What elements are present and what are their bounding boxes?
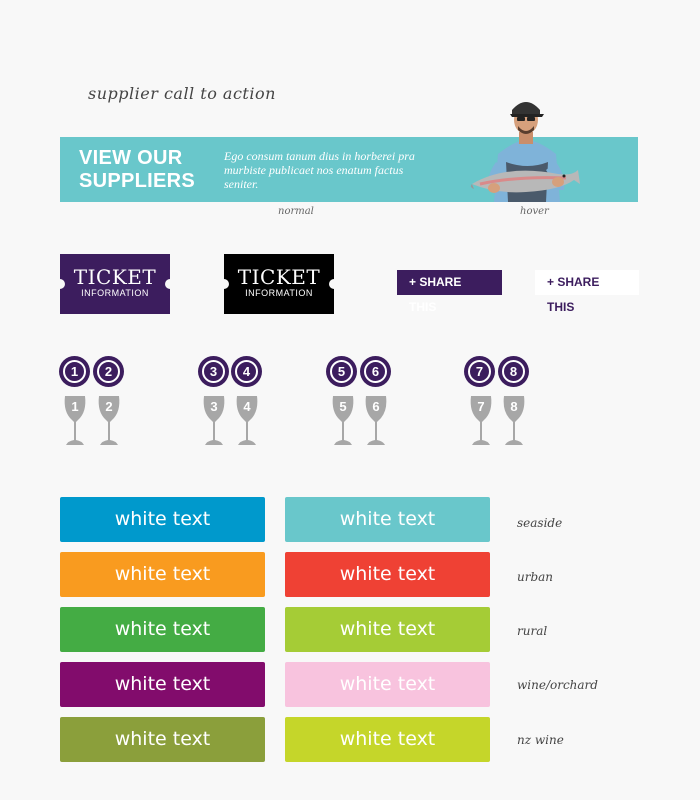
number-badge-8[interactable]: 8 xyxy=(498,356,529,387)
row-label-nz-wine: nz wine xyxy=(517,733,564,747)
badge-number: 2 xyxy=(97,360,120,383)
glass-number: 1 xyxy=(71,399,79,414)
fisherman-with-fish-image xyxy=(466,92,586,202)
badge-number: 8 xyxy=(502,360,525,383)
ticket-notch-left xyxy=(55,279,65,289)
badge-number: 5 xyxy=(330,360,353,383)
caption-normal: normal xyxy=(278,206,314,217)
wine-orchard-button-primary[interactable]: white text xyxy=(60,662,265,707)
number-badge-5[interactable]: 5 xyxy=(326,356,357,387)
glass-number: 2 xyxy=(105,399,113,414)
seaside-button-primary[interactable]: white text xyxy=(60,497,265,542)
glass-number: 4 xyxy=(243,399,251,414)
number-badge-4[interactable]: 4 xyxy=(231,356,262,387)
number-badge-3[interactable]: 3 xyxy=(198,356,229,387)
badge-number: 6 xyxy=(364,360,387,383)
row-label-wine-orchard: wine/orchard xyxy=(517,678,598,692)
urban-button-secondary[interactable]: white text xyxy=(285,552,490,597)
badge-number: 3 xyxy=(202,360,225,383)
share-this-button-normal[interactable]: + SHARE THIS xyxy=(397,270,502,314)
row-label-seaside: seaside xyxy=(517,516,563,530)
rural-button-primary[interactable]: white text xyxy=(60,607,265,652)
glass-number: 7 xyxy=(477,399,485,414)
ticket-notch-right xyxy=(329,279,339,289)
number-badge-2[interactable]: 2 xyxy=(93,356,124,387)
glass-number: 5 xyxy=(339,399,347,414)
number-badge-1[interactable]: 1 xyxy=(59,356,90,387)
ticket-information-button-hover[interactable]: TICKET INFORMATION xyxy=(219,254,339,314)
wine-orchard-button-secondary[interactable]: white text xyxy=(285,662,490,707)
nz-wine-button-primary[interactable]: white text xyxy=(60,717,265,762)
row-label-rural: rural xyxy=(517,624,548,638)
wine-glass-icon-3[interactable]: 3 xyxy=(199,396,229,446)
ticket-line1: TICKET xyxy=(237,265,321,289)
caption-hover: hover xyxy=(520,206,549,217)
wine-glass-icon-5[interactable]: 5 xyxy=(328,396,358,446)
badge-number: 4 xyxy=(235,360,258,383)
seaside-button-secondary[interactable]: white text xyxy=(285,497,490,542)
urban-button-primary[interactable]: white text xyxy=(60,552,265,597)
banner-description: Ego consum tanum dius in horberei pra mu… xyxy=(224,149,415,191)
wine-glass-icon-7[interactable]: 7 xyxy=(466,396,496,446)
glass-number: 6 xyxy=(372,399,380,414)
nz-wine-button-secondary[interactable]: white text xyxy=(285,717,490,762)
number-badge-6[interactable]: 6 xyxy=(360,356,391,387)
badge-number: 1 xyxy=(63,360,86,383)
ticket-notch-right xyxy=(165,279,175,289)
ticket-notch-left xyxy=(219,279,229,289)
row-label-urban: urban xyxy=(517,570,554,584)
glass-number: 3 xyxy=(210,399,218,414)
rural-button-secondary[interactable]: white text xyxy=(285,607,490,652)
badge-number: 7 xyxy=(468,360,491,383)
share-this-button-hover[interactable]: + SHARE THIS xyxy=(535,270,639,314)
glass-number: 8 xyxy=(510,399,518,414)
wine-glass-icon-8[interactable]: 8 xyxy=(499,396,529,446)
section-title: supplier call to action xyxy=(88,84,276,103)
wine-glass-icon-4[interactable]: 4 xyxy=(232,396,262,446)
ticket-line1: TICKET xyxy=(73,265,157,289)
ticket-information-button-normal[interactable]: TICKET INFORMATION xyxy=(55,254,175,314)
banner-title: VIEW OUR SUPPLIERS xyxy=(79,147,196,192)
wine-glass-icon-6[interactable]: 6 xyxy=(361,396,391,446)
number-badge-7[interactable]: 7 xyxy=(464,356,495,387)
wine-glass-icon-2[interactable]: 2 xyxy=(94,396,124,446)
wine-glass-icon-1[interactable]: 1 xyxy=(60,396,90,446)
